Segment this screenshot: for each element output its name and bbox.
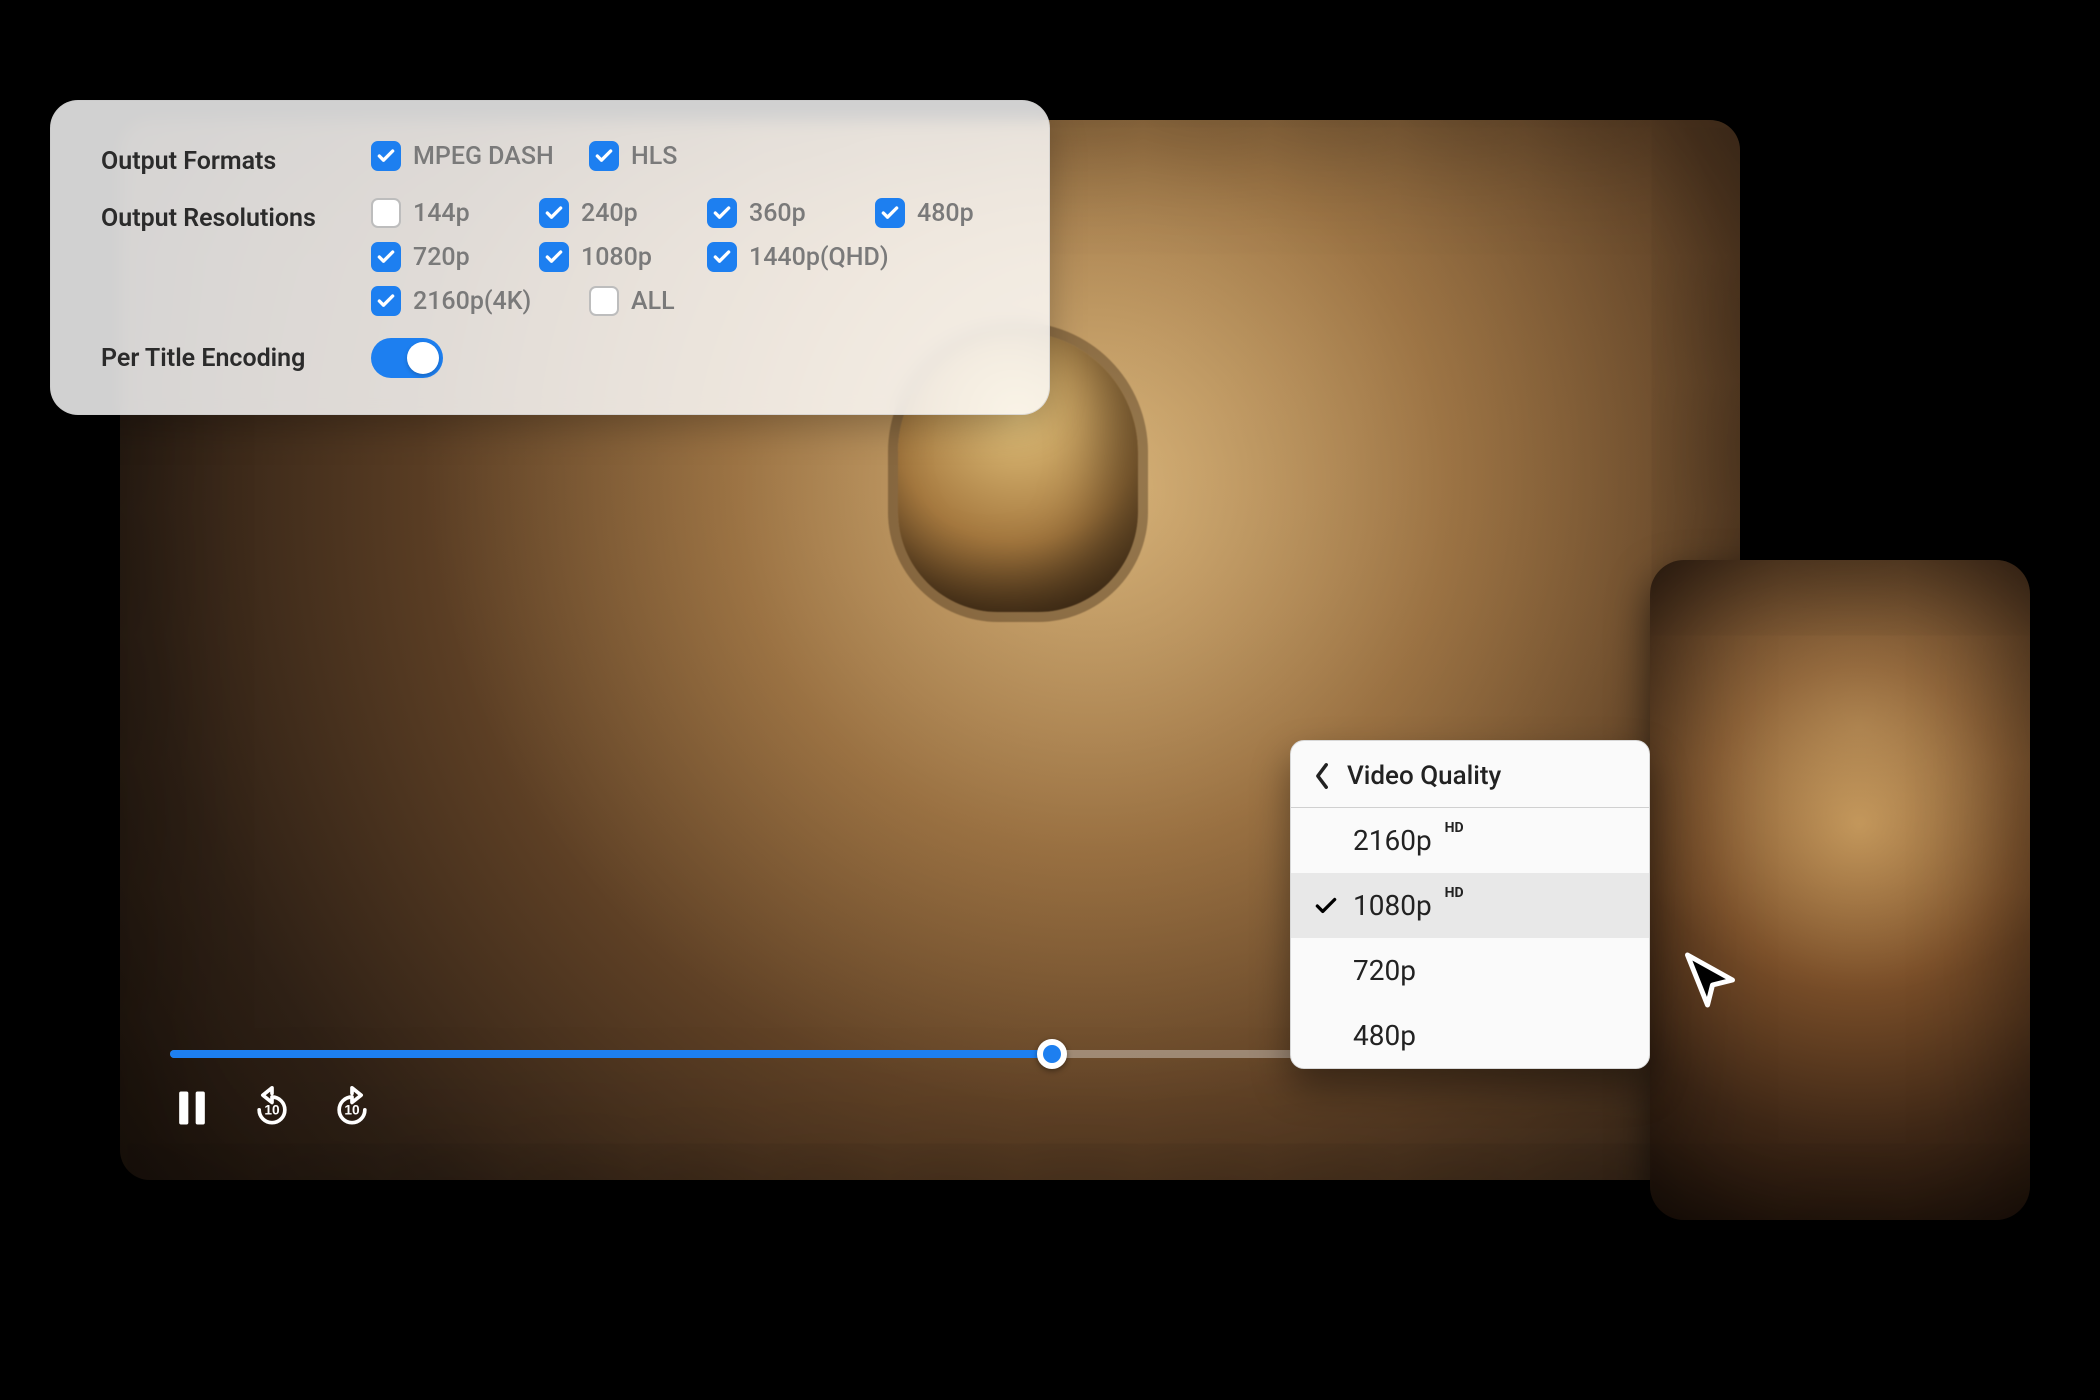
checkbox-label: 480p (917, 199, 974, 228)
resolution-option-4[interactable]: 720p (371, 242, 521, 272)
quality-option-1080p[interactable]: 1080p HD (1291, 873, 1649, 938)
checkbox-label: 240p (581, 199, 638, 228)
per-title-toggle[interactable] (371, 338, 443, 378)
quality-options: 2160p HD 1080p HD 720p 480p (1291, 808, 1649, 1068)
checkbox-icon (875, 198, 905, 228)
resolution-option-1[interactable]: 240p (539, 198, 689, 228)
quality-menu-header: Video Quality (1291, 741, 1649, 808)
checkbox-icon (539, 242, 569, 272)
resolution-option-3[interactable]: 480p (875, 198, 995, 228)
quality-option-480p[interactable]: 480p (1291, 1003, 1649, 1068)
resolution-option-2[interactable]: 360p (707, 198, 857, 228)
checkbox-label: ALL (631, 287, 675, 316)
checkbox-label: 1080p (581, 243, 652, 272)
per-title-label: Per Title Encoding (101, 344, 371, 373)
checkbox-icon (371, 198, 401, 228)
progress-fill (170, 1050, 1052, 1058)
output-formats-options: MPEG DASH HLS (371, 141, 677, 171)
output-resolutions-options: 144p 240p 360p 480p 720p 1080p 1440p(QHD) 2160p… (371, 198, 999, 316)
checkbox-label: HLS (631, 142, 677, 171)
output-resolutions-label: Output Resolutions (101, 198, 371, 233)
checkbox-label: 720p (413, 243, 470, 272)
checkbox-icon (707, 242, 737, 272)
checkbox-icon (589, 141, 619, 171)
forward-10-button[interactable]: 10 (330, 1086, 374, 1130)
quality-option-720p[interactable]: 720p (1291, 938, 1649, 1003)
resolution-option-0[interactable]: 144p (371, 198, 521, 228)
forward-10-icon: 10 (330, 1086, 374, 1130)
progress-knob[interactable] (1037, 1039, 1067, 1069)
checkbox-label: 2160p(4K) (413, 287, 531, 316)
chevron-left-icon[interactable] (1313, 762, 1331, 790)
resolution-option-8[interactable]: ALL (589, 286, 739, 316)
checkbox-icon (371, 242, 401, 272)
quality-option-label: 2160p HD (1353, 824, 1464, 857)
rewind-10-button[interactable]: 10 (250, 1086, 294, 1130)
rewind-10-icon: 10 (250, 1086, 294, 1130)
check-icon (1313, 893, 1339, 919)
checkbox-label: MPEG DASH (413, 142, 554, 171)
video-quality-menu: Video Quality 2160p HD 1080p HD 720p 480p (1290, 740, 1650, 1069)
pause-button[interactable] (170, 1086, 214, 1130)
pause-icon (170, 1086, 214, 1130)
checkbox-icon (371, 141, 401, 171)
quality-menu-title: Video Quality (1347, 761, 1501, 791)
checkbox-icon (539, 198, 569, 228)
quality-option-label: 720p (1353, 954, 1416, 987)
mobile-preview (1650, 560, 2030, 1220)
svg-text:10: 10 (344, 1102, 360, 1117)
resolution-option-7[interactable]: 2160p(4K) (371, 286, 571, 316)
format-option-0[interactable]: MPEG DASH (371, 141, 571, 171)
checkbox-icon (707, 198, 737, 228)
checkbox-label: 1440p(QHD) (749, 243, 889, 272)
encoding-settings-panel: Output Formats MPEG DASH HLS Output Resol… (50, 100, 1050, 415)
checkbox-icon (371, 286, 401, 316)
checkbox-icon (589, 286, 619, 316)
quality-option-label: 1080p HD (1353, 889, 1464, 922)
checkbox-label: 144p (413, 199, 470, 228)
svg-text:10: 10 (264, 1102, 280, 1117)
resolution-option-5[interactable]: 1080p (539, 242, 689, 272)
resolution-option-6[interactable]: 1440p(QHD) (707, 242, 927, 272)
quality-option-2160p[interactable]: 2160p HD (1291, 808, 1649, 873)
checkbox-label: 360p (749, 199, 806, 228)
quality-option-label: 480p (1353, 1019, 1416, 1052)
output-formats-label: Output Formats (101, 141, 371, 176)
format-option-1[interactable]: HLS (589, 141, 677, 171)
